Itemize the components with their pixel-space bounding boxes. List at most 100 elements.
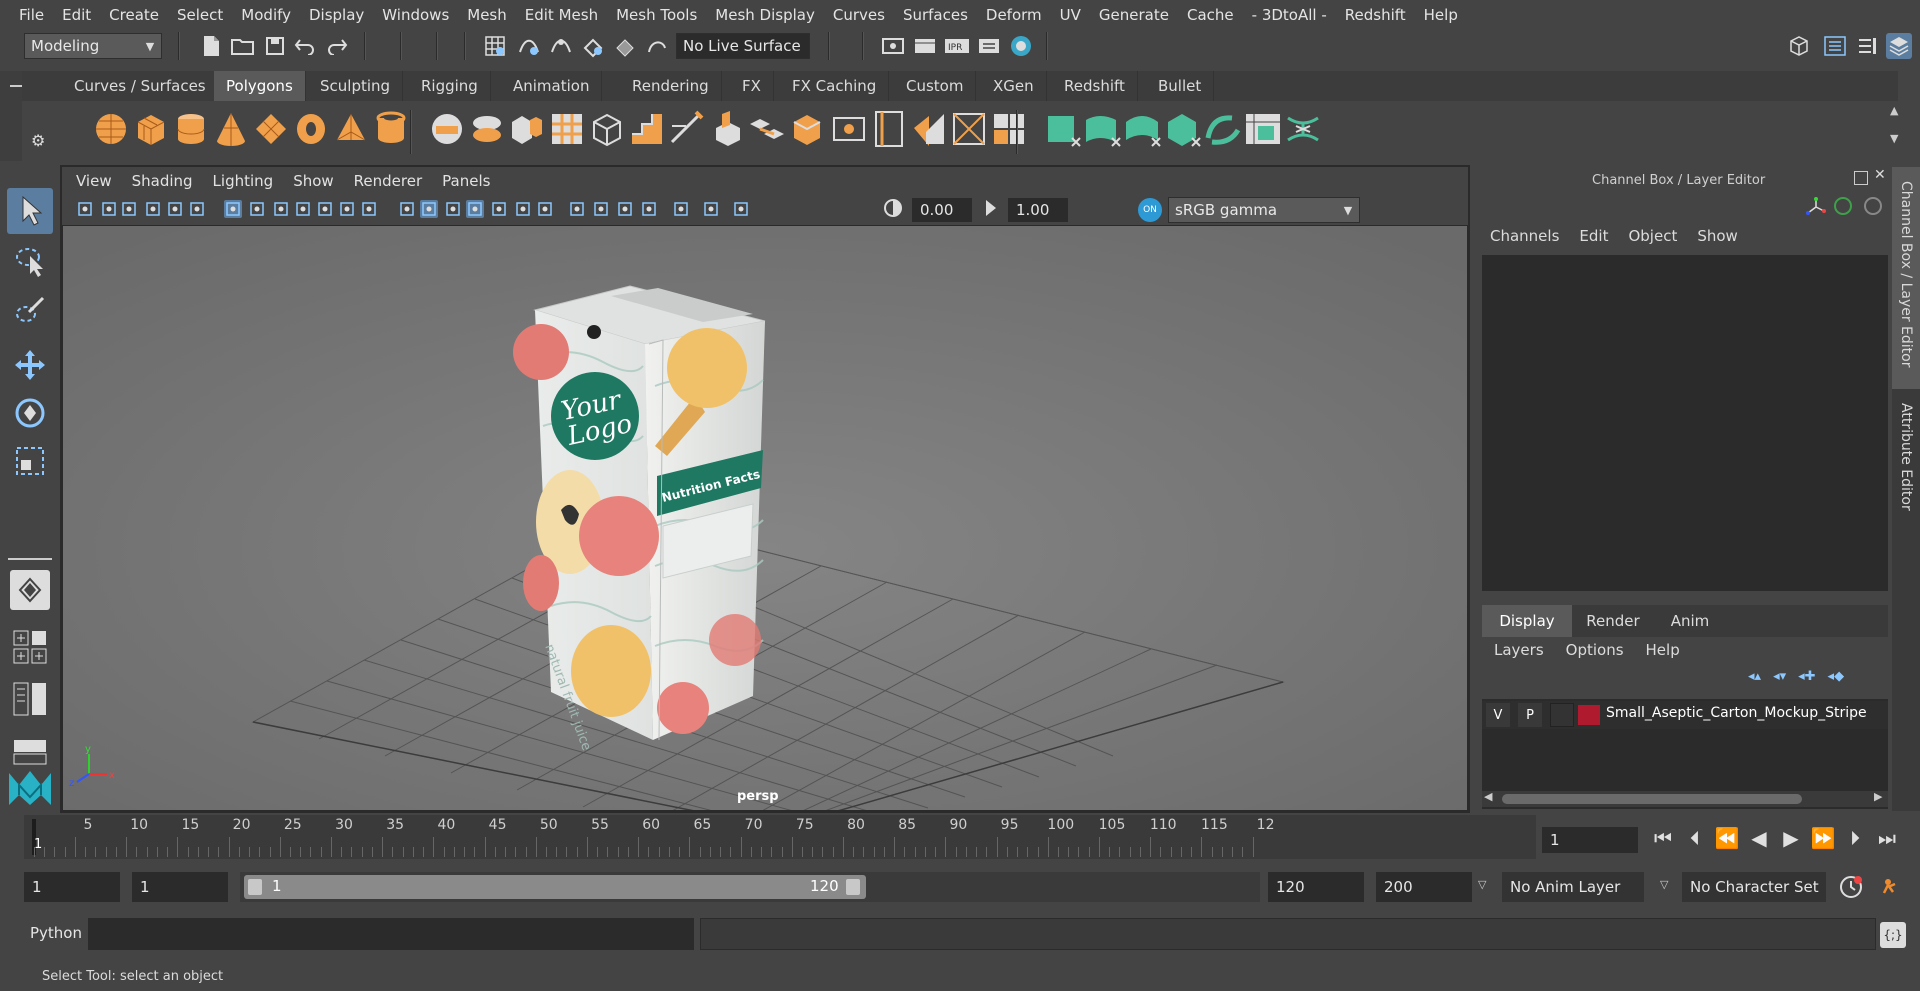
go-to-end-icon[interactable]: ⏭	[1872, 823, 1902, 853]
workspace-dropdown[interactable]: Modeling ▼	[24, 33, 162, 59]
anim-layer-dropdown[interactable]: No Anim Layer	[1502, 872, 1644, 902]
perspective-viewport[interactable]: Your Logo natural fruit juice Nutrition …	[62, 225, 1468, 811]
attribute-editor-toggle-icon[interactable]	[1822, 33, 1848, 59]
channel-list[interactable]	[1482, 255, 1888, 591]
show-menu[interactable]: Show	[1697, 227, 1737, 245]
multi-cut-icon[interactable]	[666, 108, 708, 150]
tab-curves-surfaces[interactable]: Curves / Surfaces	[62, 71, 219, 101]
playback-start-field[interactable]: 1	[132, 872, 228, 902]
uv-cylindrical-icon[interactable]	[1122, 108, 1164, 150]
layer-playback-toggle[interactable]: P	[1518, 703, 1542, 727]
layer-scrollbar[interactable]: ◀ ▶	[1482, 790, 1888, 807]
scroll-left-icon[interactable]: ◀	[1484, 790, 1492, 803]
tab-anim[interactable]: Anim	[1654, 605, 1726, 637]
modeling-toolkit-icon[interactable]	[1786, 33, 1812, 59]
backface-culling-icon[interactable]	[732, 200, 750, 218]
undo-icon[interactable]	[292, 33, 318, 59]
uv-auto-icon[interactable]	[1042, 108, 1084, 150]
axis-orientation-icon[interactable]	[1806, 197, 1828, 221]
uv-editor-icon[interactable]	[1242, 108, 1284, 150]
menu-mesh-display[interactable]: Mesh Display	[706, 6, 824, 24]
smooth-shade-icon[interactable]	[420, 200, 438, 218]
uv-spherical-icon[interactable]	[1162, 108, 1204, 150]
new-layer-from-selected-icon[interactable]: ◂◆	[1828, 669, 1845, 684]
poly-plane-icon[interactable]	[250, 108, 292, 150]
edit-menu[interactable]: Edit	[1579, 227, 1608, 245]
layers-menu[interactable]: Layers	[1494, 641, 1544, 659]
move-tool-icon[interactable]	[7, 342, 53, 388]
tab-bullet[interactable]: Bullet	[1146, 71, 1215, 101]
go-to-start-icon[interactable]: ⏮	[1648, 823, 1678, 853]
gamma-icon[interactable]	[980, 197, 1006, 221]
animation-preferences-icon[interactable]	[1878, 874, 1904, 900]
menu-select[interactable]: Select	[168, 6, 232, 24]
depth-of-field-icon[interactable]	[616, 200, 634, 218]
menu-mesh-tools[interactable]: Mesh Tools	[607, 6, 706, 24]
poly-pipe-icon[interactable]	[370, 108, 412, 150]
select-camera-icon[interactable]	[76, 200, 94, 218]
live-surface-field[interactable]: No Live Surface	[676, 33, 810, 59]
menu-curves[interactable]: Curves	[824, 6, 894, 24]
grid-toggle-icon[interactable]	[224, 200, 242, 218]
wireframe-on-shaded-icon[interactable]	[444, 200, 462, 218]
object-mode-icon[interactable]	[1834, 197, 1852, 215]
menu-redshift[interactable]: Redshift	[1336, 6, 1415, 24]
menu-cache[interactable]: Cache	[1178, 6, 1243, 24]
render-view-icon[interactable]	[880, 33, 906, 59]
options-menu[interactable]: Options	[1566, 641, 1624, 659]
extract-icon[interactable]	[506, 108, 548, 150]
menu-uv[interactable]: UV	[1051, 6, 1090, 24]
animation-start-field[interactable]: 1	[24, 872, 120, 902]
live-surface-icon[interactable]	[644, 33, 670, 59]
panel-menu-shading[interactable]: Shading	[132, 172, 193, 190]
time-slider[interactable]: 1 5 10 15 20 25 30 35 40 45 50 55 60 65 70 75 80 85 90 95 1…	[24, 815, 1536, 859]
menu-windows[interactable]: Windows	[373, 6, 458, 24]
layer-visibility-toggle[interactable]: V	[1486, 703, 1510, 727]
panel-menu-show[interactable]: Show	[293, 172, 333, 190]
play-backwards-icon[interactable]: ◀	[1744, 823, 1774, 853]
poly-pyramid-icon[interactable]	[330, 108, 372, 150]
tab-rigging[interactable]: Rigging	[409, 71, 491, 101]
poly-torus-icon[interactable]	[290, 108, 332, 150]
snap-grid-icon[interactable]	[482, 33, 508, 59]
layer-row[interactable]: V P Small_Aseptic_Carton_Mockup_Stripe	[1482, 701, 1888, 729]
render-current-icon[interactable]	[912, 33, 938, 59]
range-slider-end-handle[interactable]	[846, 879, 860, 895]
bookmark-icon[interactable]	[120, 200, 138, 218]
step-back-key-icon[interactable]: ⏪	[1712, 823, 1742, 853]
side-tab-channel-box[interactable]: Channel Box / Layer Editor	[1892, 167, 1920, 389]
lasso-tool-icon[interactable]	[7, 238, 53, 284]
script-language-toggle[interactable]: Python	[30, 924, 82, 942]
extrude-icon[interactable]	[706, 108, 748, 150]
side-tab-attribute-editor[interactable]: Attribute Editor	[1892, 393, 1920, 533]
append-icon[interactable]	[988, 108, 1030, 150]
menu-display[interactable]: Display	[300, 6, 373, 24]
character-set-dropdown-arrow-icon[interactable]: ▽	[1660, 878, 1668, 891]
new-layer-icon[interactable]: ◂✚	[1798, 669, 1815, 684]
world-mode-icon[interactable]	[1864, 197, 1882, 215]
auto-key-icon[interactable]	[1838, 874, 1864, 900]
step-back-frame-icon[interactable]: ⏴	[1680, 823, 1710, 853]
textured-icon[interactable]	[466, 200, 484, 218]
anim-layer-dropdown-arrow-icon[interactable]: ▽	[1478, 878, 1486, 891]
ambient-occlusion-icon[interactable]	[536, 200, 554, 218]
layer-name[interactable]: Small_Aseptic_Carton_Mockup_Stripe	[1606, 705, 1886, 721]
layer-type-toggle[interactable]	[1550, 703, 1574, 727]
paint-select-tool-icon[interactable]	[7, 288, 53, 334]
x-ray-icon[interactable]	[672, 200, 690, 218]
channel-box-toggle-icon[interactable]	[1886, 33, 1912, 59]
menu-help[interactable]: Help	[1415, 6, 1467, 24]
safe-action-icon[interactable]	[338, 200, 356, 218]
fill-hole-icon[interactable]	[948, 108, 990, 150]
current-frame-field[interactable]: 1	[1542, 827, 1638, 853]
tab-custom[interactable]: Custom	[894, 71, 977, 101]
gamma-field[interactable]: 1.00	[1008, 198, 1068, 222]
poly-cone-icon[interactable]	[210, 108, 252, 150]
poly-cylinder-icon[interactable]	[170, 108, 212, 150]
rotate-tool-icon[interactable]	[7, 390, 53, 436]
tab-sculpting[interactable]: Sculpting	[308, 71, 404, 101]
character-set-dropdown[interactable]: No Character Set	[1682, 872, 1826, 902]
panel-menu-view[interactable]: View	[76, 172, 112, 190]
tab-rendering[interactable]: Rendering	[620, 71, 722, 101]
combine-icon[interactable]	[426, 108, 468, 150]
